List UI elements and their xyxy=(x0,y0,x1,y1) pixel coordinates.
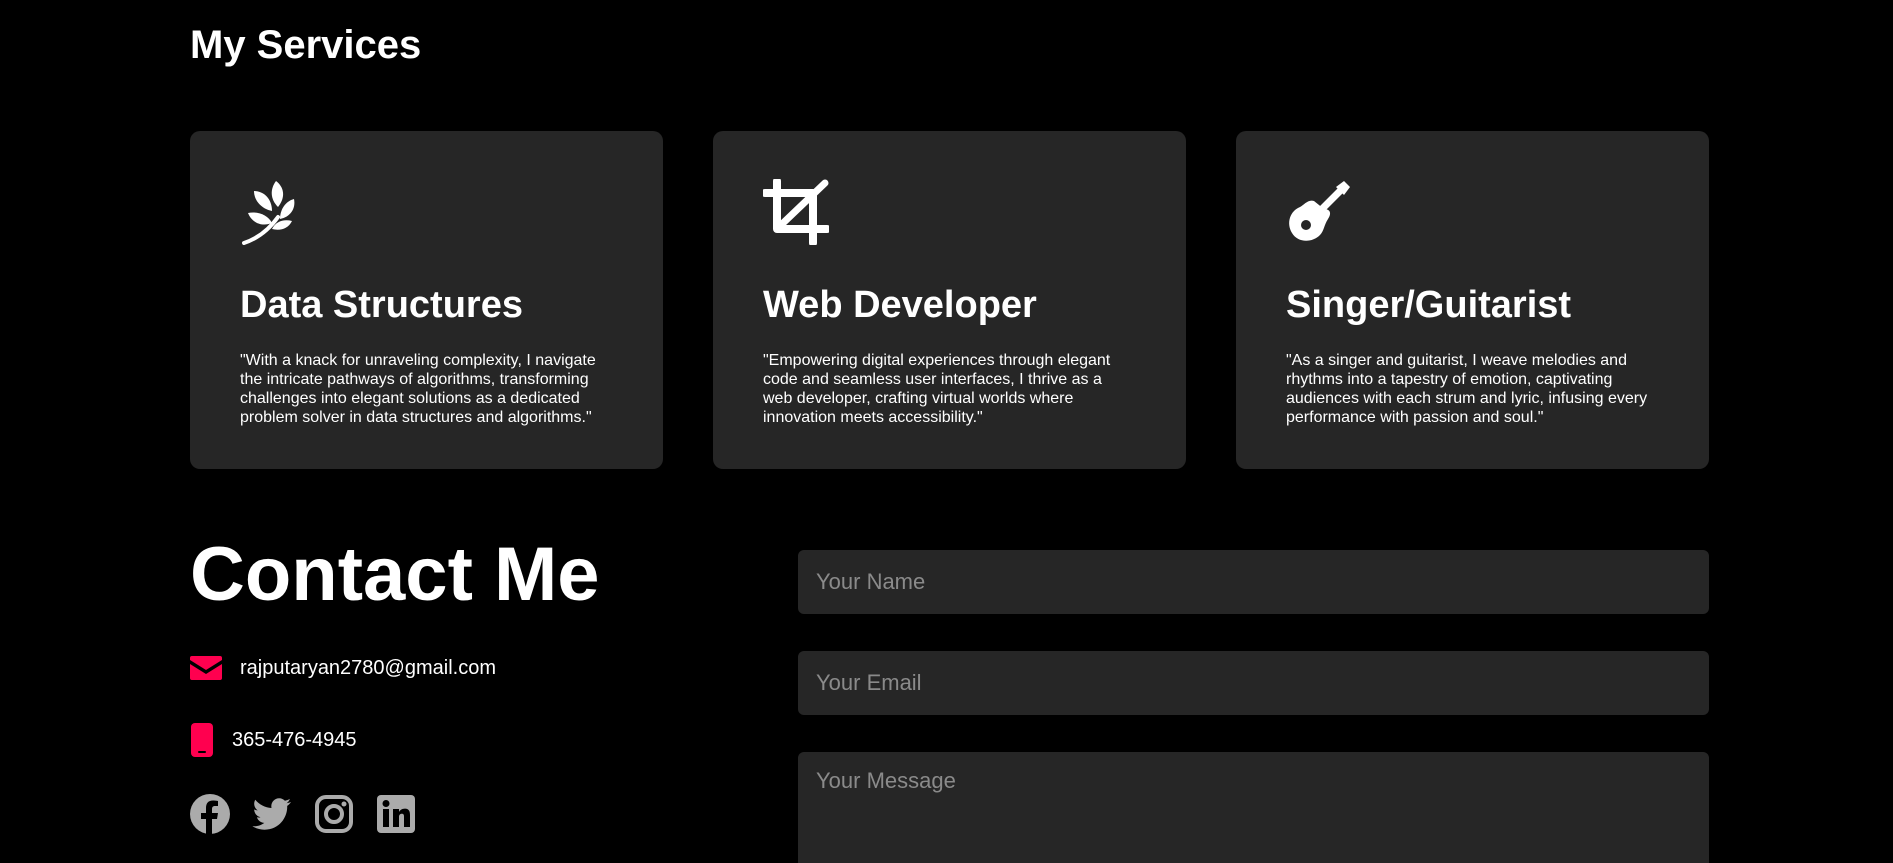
card-description: "Empowering digital experiences through … xyxy=(763,352,1111,426)
card-title: Singer/Guitarist xyxy=(1286,284,1572,326)
leaf-sprig-icon xyxy=(242,181,295,245)
message-textarea[interactable] xyxy=(798,752,1709,863)
service-card-singer-guitarist: Singer/Guitarist "As a singer and guitar… xyxy=(1236,131,1709,469)
envelope-icon xyxy=(190,656,222,680)
email-input[interactable] xyxy=(798,651,1709,715)
card-title: Web Developer xyxy=(763,284,1037,326)
contact-phone: 365-476-4945 xyxy=(232,729,357,751)
contact-email-row: rajputaryan2780@gmail.com xyxy=(190,656,496,680)
card-description: "As a singer and guitarist, I weave melo… xyxy=(1286,352,1648,426)
page: My Services Data Structures "With a knac… xyxy=(0,0,1893,863)
name-input[interactable] xyxy=(798,550,1709,614)
services-list: Data Structures "With a knack for unrave… xyxy=(190,131,1709,469)
service-card-data-structures: Data Structures "With a knack for unrave… xyxy=(190,131,663,469)
crop-icon xyxy=(763,179,829,245)
card-description: "With a knack for unraveling complexity,… xyxy=(240,352,596,426)
service-card-web-developer: Web Developer "Empowering digital experi… xyxy=(713,131,1186,469)
facebook-icon[interactable] xyxy=(190,794,230,834)
services-title: My Services xyxy=(190,23,422,67)
twitter-icon[interactable] xyxy=(252,794,292,834)
mobile-phone-icon xyxy=(191,723,213,757)
card-title: Data Structures xyxy=(240,284,523,326)
contact-title: Contact Me xyxy=(190,532,600,617)
guitar-icon xyxy=(1289,181,1350,241)
linkedin-icon[interactable] xyxy=(376,794,416,834)
contact-email[interactable]: rajputaryan2780@gmail.com xyxy=(240,656,496,680)
social-links xyxy=(190,794,416,834)
instagram-icon[interactable] xyxy=(314,794,354,834)
contact-phone-row: 365-476-4945 xyxy=(190,723,357,757)
